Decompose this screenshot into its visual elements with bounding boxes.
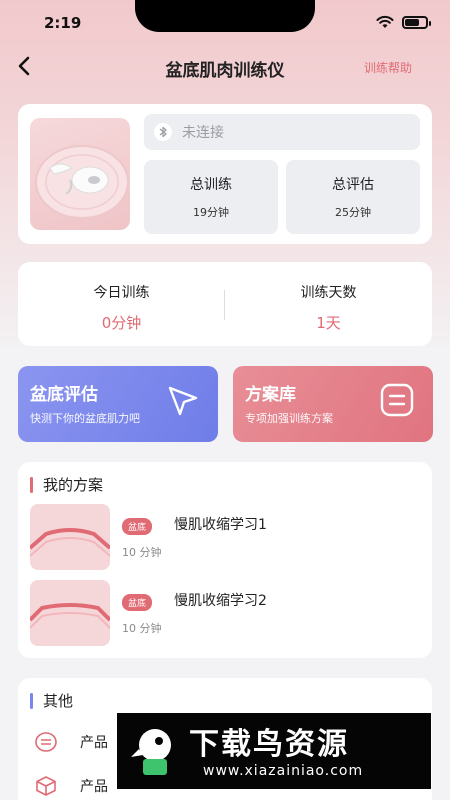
- pelvic-eval-button[interactable]: 盆底评估 快测下你的盆底肌力吧: [18, 366, 218, 442]
- plan-name: 慢肌收缩学习2: [174, 593, 267, 609]
- other-item-label: 产品: [80, 735, 108, 751]
- section-accent-bar: [30, 476, 33, 493]
- cursor-icon: [162, 380, 202, 420]
- training-days: 训练天数 1天: [225, 262, 432, 346]
- nav-bar: 盆底肌肉训练仪 训练帮助: [0, 44, 450, 88]
- today-training-value: 0分钟: [101, 314, 142, 332]
- today-training-label: 今日训练: [93, 285, 150, 301]
- today-stats-card: 今日训练 0分钟 训练天数 1天: [18, 262, 432, 346]
- plan-duration: 10 分钟: [122, 546, 162, 559]
- device-image: [30, 118, 130, 230]
- watermark-url: www.xiazainiao.com: [203, 763, 364, 779]
- total-training-label: 总训练: [190, 177, 232, 193]
- total-training-value: 19分钟: [193, 206, 229, 219]
- training-days-label: 训练天数: [300, 285, 357, 301]
- status-icons: [376, 15, 431, 29]
- plan-name: 慢肌收缩学习1: [174, 517, 267, 533]
- eval-title: 盆底评估: [30, 385, 98, 405]
- battery-icon: [402, 15, 431, 29]
- other-item[interactable]: 产品: [34, 730, 108, 754]
- plan-tag: 盆底: [122, 518, 153, 535]
- device-illustration: [35, 145, 129, 219]
- connection-text: 未连接: [182, 125, 224, 141]
- total-eval-value: 25分钟: [335, 206, 371, 219]
- plan-library-button[interactable]: 方案库 专项加强训练方案: [233, 366, 433, 442]
- other-item-label: 产品: [80, 779, 108, 795]
- plan-tag: 盆底: [122, 594, 153, 611]
- library-icon: [377, 380, 417, 420]
- plan-subtitle: 专项加强训练方案: [245, 412, 333, 425]
- wifi-icon: [376, 15, 394, 28]
- total-eval-label: 总评估: [332, 177, 374, 193]
- total-eval-box: 总评估 25分钟: [286, 160, 420, 234]
- notch: [135, 0, 315, 32]
- watermark-title: 下载鸟资源: [189, 727, 349, 762]
- my-plans-header: 我的方案: [30, 474, 103, 495]
- plan-item[interactable]: 盆底 慢肌收缩学习1 10 分钟: [30, 504, 420, 572]
- plan-thumbnail: [30, 580, 110, 646]
- today-training: 今日训练 0分钟: [18, 262, 225, 346]
- watermark-logo: [131, 729, 171, 775]
- box-icon: [34, 774, 58, 798]
- section-accent-bar: [30, 692, 33, 709]
- help-link[interactable]: 训练帮助: [364, 59, 412, 76]
- other-item[interactable]: 产品: [34, 774, 108, 798]
- my-plans-card: 我的方案 盆底 慢肌收缩学习1 10 分钟 盆底 慢肌收缩学习2 10 分钟: [18, 462, 432, 658]
- other-header: 其他: [30, 690, 73, 711]
- eval-subtitle: 快测下你的盆底肌力吧: [30, 412, 140, 425]
- total-training-box: 总训练 19分钟: [144, 160, 278, 234]
- product-icon: [34, 730, 58, 754]
- plan-title: 方案库: [245, 385, 296, 405]
- device-card: 未连接 总训练 19分钟 总评估 25分钟: [18, 104, 432, 244]
- plan-thumbnail: [30, 504, 110, 570]
- connection-status[interactable]: 未连接: [144, 114, 420, 150]
- plan-item[interactable]: 盆底 慢肌收缩学习2 10 分钟: [30, 580, 420, 648]
- my-plans-title: 我的方案: [43, 476, 104, 494]
- status-bar: 2:19: [0, 0, 450, 44]
- bluetooth-icon: [154, 123, 172, 141]
- training-days-value: 1天: [316, 314, 341, 332]
- watermark-banner: 下载鸟资源 www.xiazainiao.com: [117, 713, 431, 789]
- status-time: 2:19: [44, 14, 82, 32]
- other-title: 其他: [43, 692, 74, 710]
- plan-duration: 10 分钟: [122, 622, 162, 635]
